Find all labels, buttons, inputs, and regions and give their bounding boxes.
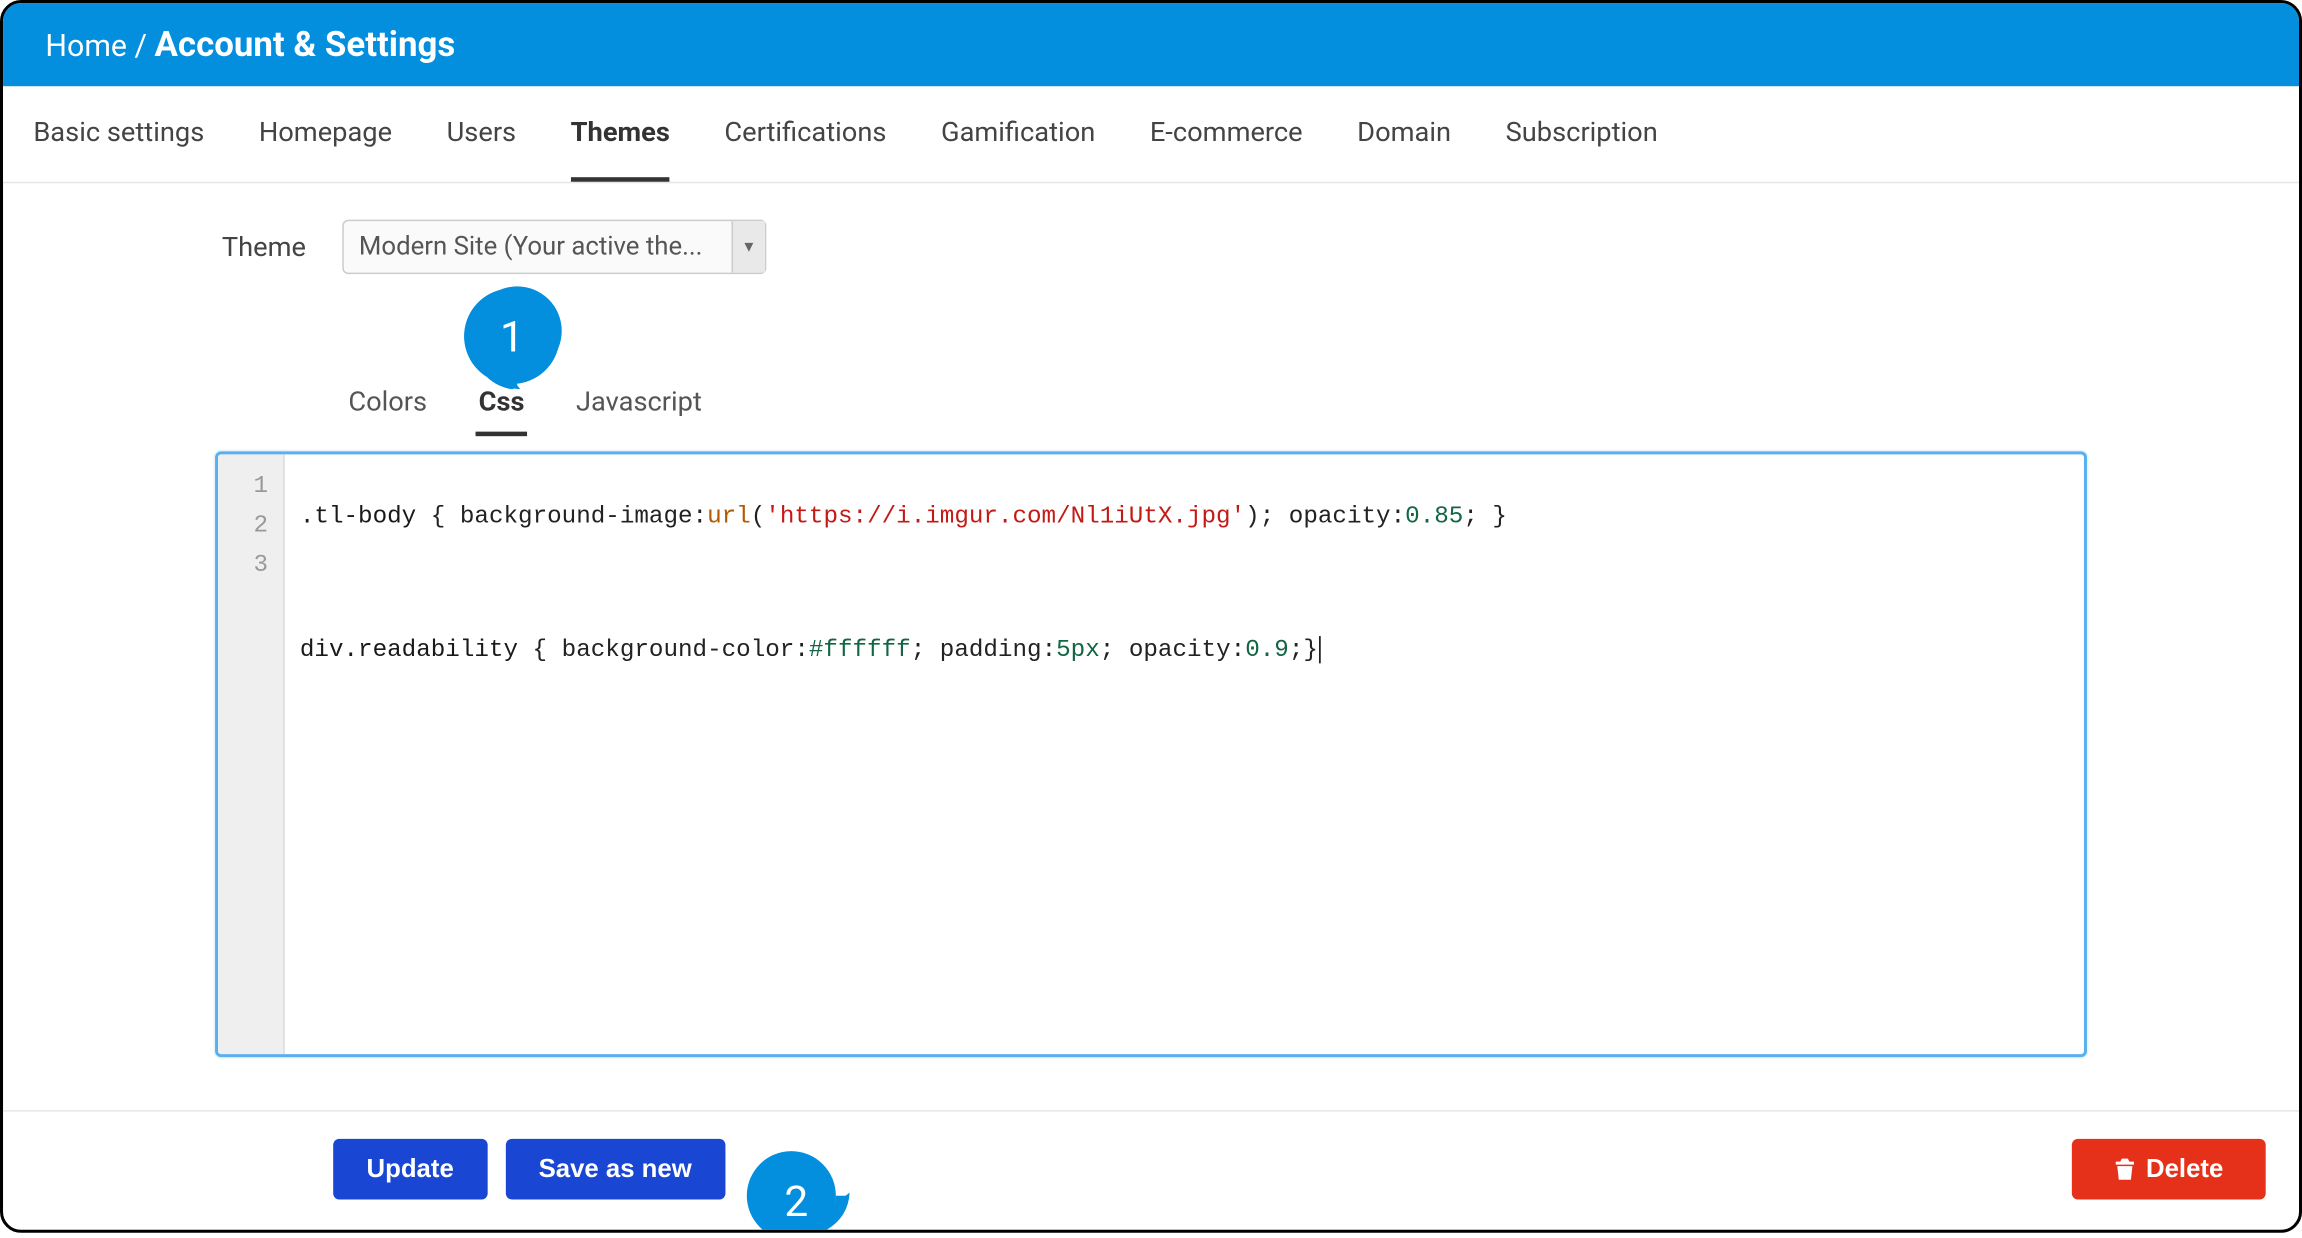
footer-actions: Update Save as new 2 Delete bbox=[3, 1110, 2299, 1230]
chevron-down-icon: ▼ bbox=[732, 221, 765, 272]
subtab-javascript[interactable]: Javascript bbox=[573, 374, 705, 436]
theme-select[interactable]: Modern Site (Your active the... ▼ bbox=[342, 220, 766, 275]
subtab-css[interactable]: Css bbox=[476, 374, 528, 436]
tab-ecommerce[interactable]: E-commerce bbox=[1150, 86, 1303, 181]
tab-basic-settings[interactable]: Basic settings bbox=[33, 86, 204, 181]
main-tabs: Basic settings Homepage Users Themes Cer… bbox=[3, 86, 2299, 183]
save-as-new-button[interactable]: Save as new bbox=[505, 1139, 725, 1200]
line-number: 3 bbox=[218, 545, 283, 584]
content-area: Theme Modern Site (Your active the... ▼ … bbox=[3, 183, 2299, 1110]
theme-row: Theme Modern Site (Your active the... ▼ bbox=[215, 220, 2087, 275]
editor-gutter: 1 2 3 bbox=[218, 454, 285, 1054]
theme-label: Theme bbox=[215, 231, 306, 263]
delete-button[interactable]: Delete bbox=[2072, 1139, 2266, 1200]
tab-gamification[interactable]: Gamification bbox=[941, 86, 1095, 181]
breadcrumb-home[interactable]: Home bbox=[45, 27, 127, 63]
tab-certifications[interactable]: Certifications bbox=[724, 86, 886, 181]
app-window: Home / Account & Settings Basic settings… bbox=[0, 0, 2302, 1233]
subtab-colors[interactable]: Colors bbox=[345, 374, 430, 436]
tab-homepage[interactable]: Homepage bbox=[259, 86, 392, 181]
line-number: 2 bbox=[218, 506, 283, 545]
page-title: Account & Settings bbox=[155, 24, 456, 65]
breadcrumb-sep: / bbox=[134, 27, 147, 63]
code-editor[interactable]: 1 2 3 .tl-body { background-image:url('h… bbox=[215, 451, 2087, 1057]
theme-subtabs: 1 Colors Css Javascript bbox=[345, 374, 2087, 436]
delete-button-label: Delete bbox=[2146, 1154, 2223, 1184]
tab-subscription[interactable]: Subscription bbox=[1506, 86, 1658, 181]
theme-select-value: Modern Site (Your active the... bbox=[344, 232, 732, 262]
text-cursor bbox=[1319, 636, 1321, 663]
tab-domain[interactable]: Domain bbox=[1357, 86, 1451, 181]
tab-themes[interactable]: Themes bbox=[571, 86, 670, 181]
breadcrumb: Home / Account & Settings bbox=[3, 3, 2299, 86]
tab-users[interactable]: Users bbox=[447, 86, 517, 181]
annotation-2: 2 bbox=[743, 1148, 849, 1233]
line-number: 1 bbox=[218, 466, 283, 505]
update-button[interactable]: Update bbox=[333, 1139, 487, 1200]
trash-icon bbox=[2114, 1157, 2135, 1181]
editor-content[interactable]: .tl-body { background-image:url('https:/… bbox=[285, 454, 2084, 1054]
